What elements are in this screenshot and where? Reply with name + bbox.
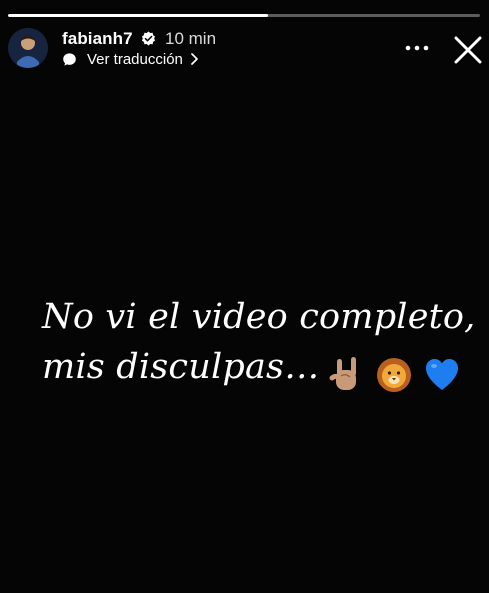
emoji-group <box>329 348 461 398</box>
story-progress-bar <box>8 14 480 17</box>
blue-heart-emoji <box>426 358 459 390</box>
story-timestamp: 10 min <box>165 29 217 48</box>
story-caption: No vi el video completo, mis disculpas… <box>42 292 482 398</box>
caption-line-1: No vi el video completo, <box>42 297 476 337</box>
more-options-icon[interactable] <box>404 38 430 58</box>
lion-face-emoji <box>376 357 411 392</box>
avatar[interactable] <box>8 28 48 68</box>
verified-badge-icon <box>141 31 156 46</box>
sign-of-horns-emoji <box>329 356 357 390</box>
close-icon[interactable] <box>452 34 484 66</box>
see-translation-button[interactable]: Ver traducción <box>62 50 199 68</box>
avatar-image <box>8 28 48 68</box>
story-viewer: fabianh7 10 min Ver traducción No vi el … <box>0 0 489 593</box>
story-progress-fill <box>8 14 268 17</box>
caption-line-2: mis disculpas… <box>42 342 482 398</box>
see-translation-label: Ver traducción <box>87 50 183 68</box>
caption-line-2-text: mis disculpas… <box>42 347 320 387</box>
username[interactable]: fabianh7 <box>62 29 133 49</box>
translate-bubble-icon <box>63 52 76 66</box>
chevron-right-icon <box>191 53 198 65</box>
